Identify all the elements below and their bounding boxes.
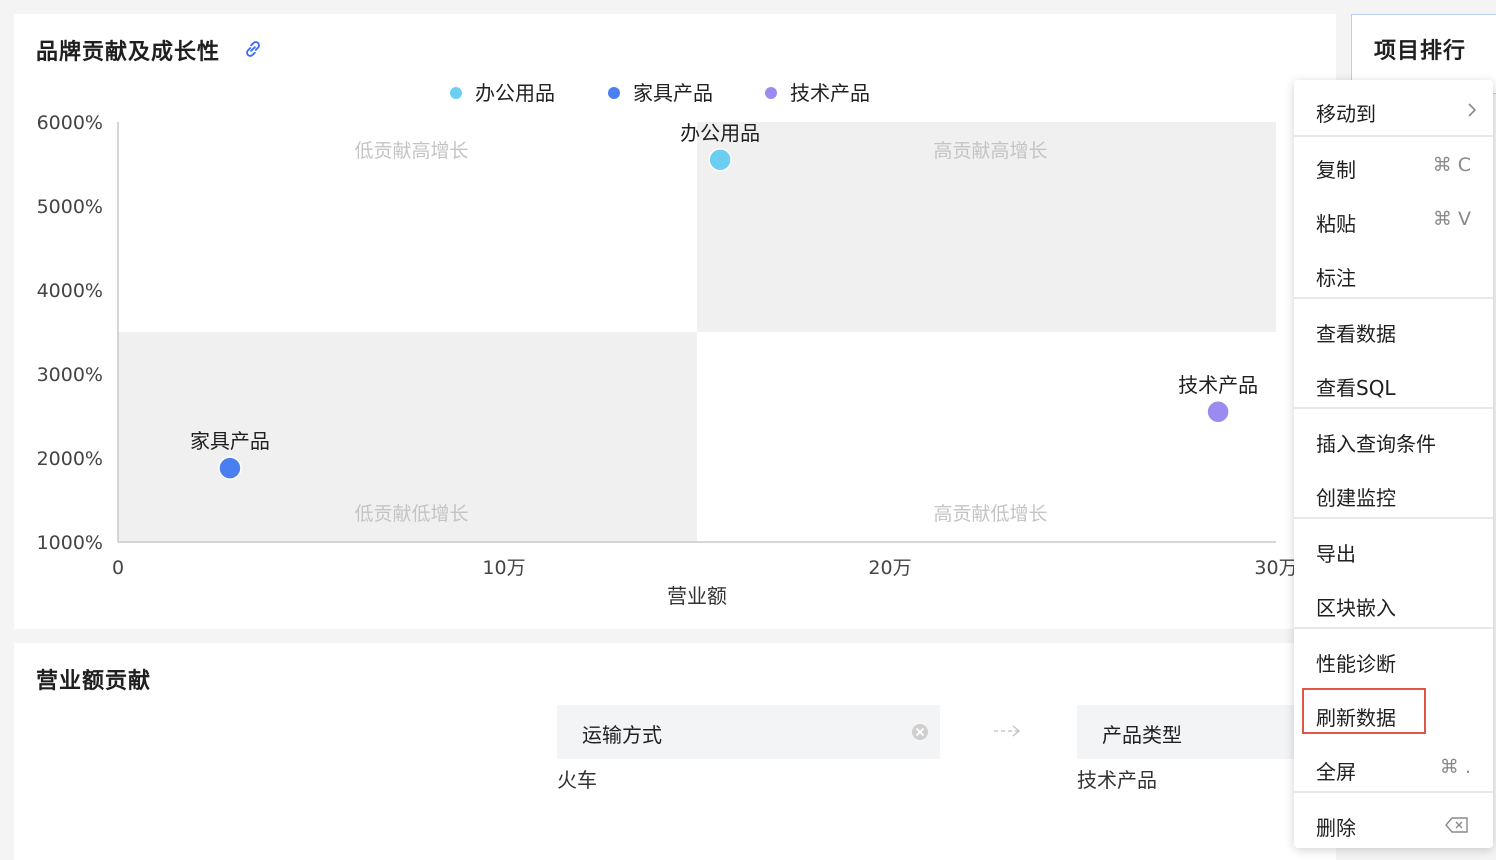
y-tick-label: 5000% [37, 196, 103, 218]
y-tick-label: 4000% [37, 280, 103, 302]
data-point-label: 技术产品 [1178, 373, 1258, 397]
menu-item-create-monitor[interactable]: 创建监控 [1294, 470, 1493, 516]
legend-label: 家具产品 [633, 81, 713, 105]
highlight-box [1302, 688, 1426, 734]
menu-divider [1294, 627, 1493, 629]
x-tick-label: 10万 [482, 557, 525, 579]
legend-item[interactable]: 办公用品 [450, 81, 555, 105]
menu-item-delete[interactable]: 删除 [1294, 800, 1493, 846]
menu-item-label: 删除 [1316, 816, 1356, 840]
legend-item[interactable]: 技术产品 [765, 81, 870, 105]
menu-item-move-to[interactable]: 移动到 [1294, 86, 1493, 132]
y-tick-label: 3000% [37, 364, 103, 386]
menu-item-label: 导出 [1316, 542, 1356, 566]
data-point[interactable] [708, 148, 732, 172]
menu-item-label: 插入查询条件 [1316, 432, 1436, 456]
data-point-label: 家具产品 [190, 429, 270, 453]
menu-item-annotate[interactable]: 标注 [1294, 250, 1493, 296]
quadrant-label-high-high: 高贡献高增长 [933, 140, 1047, 162]
menu-item-label: 标注 [1316, 266, 1356, 290]
menu-item-export[interactable]: 导出 [1294, 526, 1493, 572]
y-tick-label: 1000% [37, 532, 103, 554]
data-point-label: 办公用品 [680, 121, 760, 145]
menu-item-paste[interactable]: 粘贴 ⌘ V [1294, 196, 1493, 242]
filter-shipping-mode[interactable]: 运输方式 [557, 705, 940, 759]
menu-item-copy[interactable]: 复制 ⌘ C [1294, 142, 1493, 188]
menu-item-label: 性能诊断 [1316, 652, 1396, 676]
filter-label: 产品类型 [1102, 723, 1182, 747]
menu-item-label: 创建监控 [1316, 486, 1396, 510]
menu-item-label: 复制 [1316, 158, 1356, 182]
chevron-right-icon [1468, 103, 1477, 117]
menu-item-view-sql[interactable]: 查看SQL [1294, 360, 1493, 406]
x-tick-label: 30万 [1254, 557, 1297, 579]
context-menu: 移动到 复制 ⌘ C 粘贴 ⌘ V 标注 查看数据 查看SQL 插入查询条件 创… [1294, 80, 1493, 848]
menu-item-label: 区块嵌入 [1316, 596, 1396, 620]
quadrant-label-low-high: 低贡献高增长 [354, 140, 468, 162]
legend-label: 办公用品 [475, 81, 555, 105]
menu-item-block-embed[interactable]: 区块嵌入 [1294, 580, 1493, 626]
chart-panel: 品牌贡献及成长性 低贡献高增长 高贡献高增长 低贡献低增长 高贡献低增长 营业额… [14, 14, 1336, 629]
legend-marker [608, 87, 620, 99]
menu-item-fullscreen[interactable]: 全屏 ⌘ . [1294, 744, 1493, 790]
x-axis-title: 营业额 [667, 584, 727, 608]
quadrant-label-high-low: 高贡献低增长 [933, 503, 1047, 525]
menu-divider [1294, 517, 1493, 519]
y-tick-label: 2000% [37, 448, 103, 470]
shortcut-label: ⌘ . [1439, 756, 1471, 778]
legend-marker [765, 87, 777, 99]
filter-label: 运输方式 [582, 723, 662, 747]
ranking-title: 项目排行 [1374, 39, 1467, 64]
menu-item-insert-query-condition[interactable]: 插入查询条件 [1294, 416, 1493, 462]
revenue-contribution-title: 营业额贡献 [36, 669, 152, 694]
menu-item-performance-diagnosis[interactable]: 性能诊断 [1294, 636, 1493, 682]
shortcut-label: ⌘ C [1432, 154, 1471, 176]
x-tick-label: 20万 [868, 557, 911, 579]
legend-item[interactable]: 家具产品 [608, 81, 713, 105]
x-tick-label: 0 [112, 557, 124, 579]
legend-label: 技术产品 [790, 81, 870, 105]
menu-item-label: 粘贴 [1316, 212, 1356, 236]
quadrant-label-low-low: 低贡献低增长 [354, 503, 468, 525]
data-point[interactable] [1206, 400, 1230, 424]
menu-item-view-data[interactable]: 查看数据 [1294, 306, 1493, 352]
shortcut-label: ⌘ V [1432, 208, 1471, 230]
filter-value: 技术产品 [1077, 768, 1157, 792]
filter-value: 火车 [557, 768, 597, 792]
menu-divider [1294, 135, 1493, 137]
y-tick-label: 6000% [37, 112, 103, 134]
menu-divider [1294, 407, 1493, 409]
legend-marker [450, 87, 462, 99]
clear-icon[interactable] [911, 723, 929, 741]
scatter-chart: 低贡献高增长 高贡献高增长 低贡献低增长 高贡献低增长 营业额 6000% 500… [37, 81, 1298, 608]
backspace-icon [1445, 817, 1468, 833]
menu-divider [1294, 791, 1493, 793]
menu-item-label: 移动到 [1316, 102, 1376, 126]
menu-divider [1294, 297, 1493, 299]
data-point[interactable] [218, 456, 242, 480]
revenue-contribution-panel: 营业额贡献 运输方式 火车 产品类型 技术产品 [14, 643, 1336, 860]
flow-arrow-icon [994, 725, 1021, 737]
menu-item-label: 查看数据 [1316, 322, 1396, 346]
menu-item-label: 查看SQL [1316, 376, 1396, 400]
menu-item-label: 全屏 [1316, 760, 1356, 784]
